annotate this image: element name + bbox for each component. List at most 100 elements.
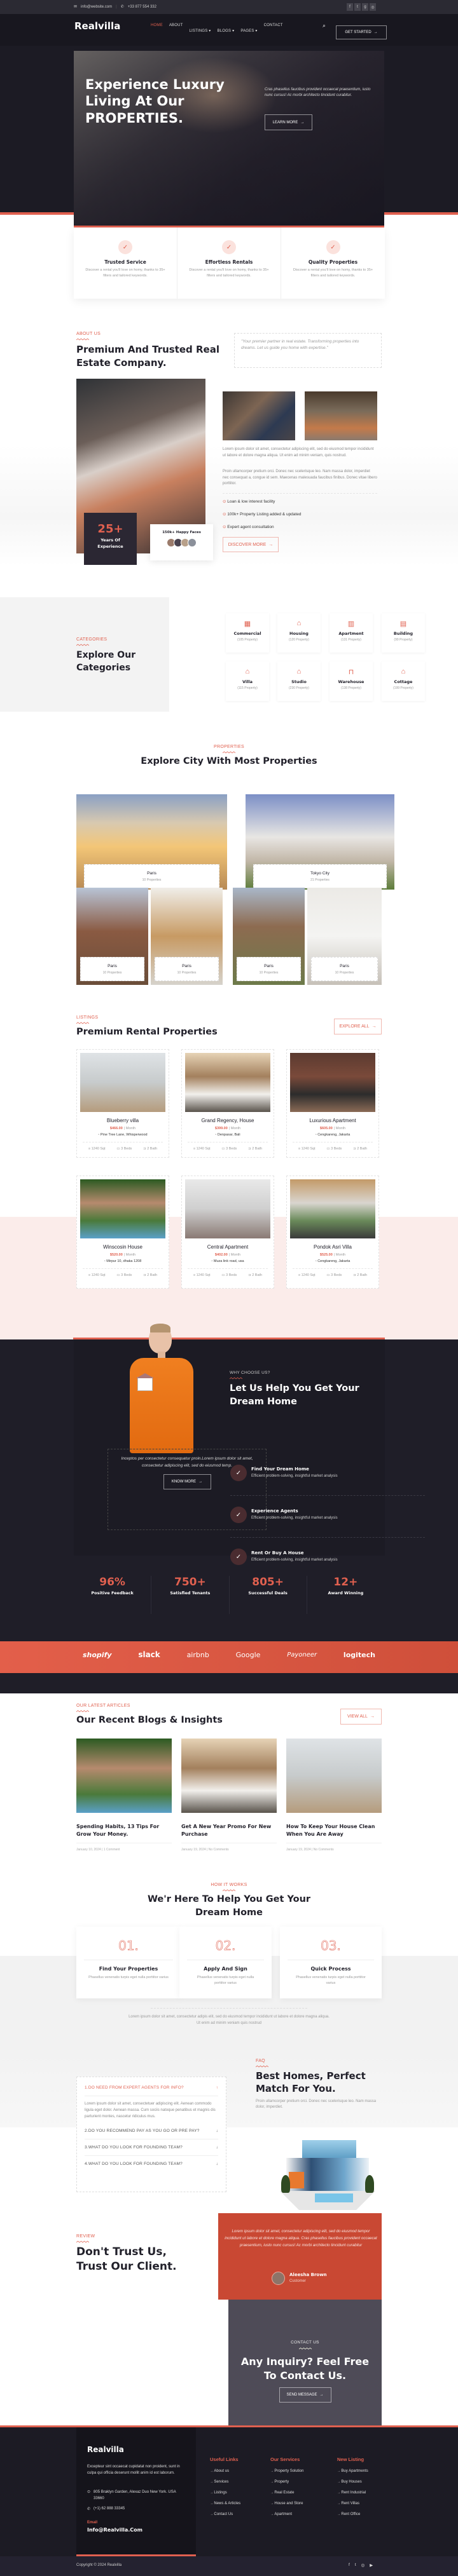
- nav-home[interactable]: HOME: [151, 24, 163, 35]
- topbar-email[interactable]: info@website.com: [81, 5, 112, 9]
- faq-question-4[interactable]: 4.WHAT DO YOU LOOK FOR FOUNDING TEAM? ↓: [85, 2156, 218, 2172]
- check-circle-icon: ✓: [230, 1549, 247, 1565]
- footer-link[interactable]: → Property Solution: [270, 2469, 303, 2473]
- blog-title[interactable]: Spending Habits, 13 Tips For Grow Your M…: [76, 1823, 172, 1838]
- nav-listings[interactable]: LISTINGS ▾: [189, 24, 211, 35]
- blog-card[interactable]: Spending Habits, 13 Tips For Grow Your M…: [76, 1739, 172, 1852]
- nav-about[interactable]: ABOUT: [169, 24, 183, 35]
- footer-link[interactable]: → Rent Office: [337, 2512, 368, 2516]
- city-card[interactable]: Paris 10 Properties: [76, 888, 148, 985]
- discover-more-button[interactable]: DISCOVER MORE →: [223, 537, 279, 552]
- get-started-button[interactable]: GET STARTED →: [336, 25, 387, 39]
- footer-email[interactable]: Info@Realvilla.Com: [87, 2527, 142, 2533]
- listing-card[interactable]: Blueberry villa $466.00 | Month ◦ Pine Tree…: [76, 1049, 169, 1158]
- facebook-icon[interactable]: f: [349, 2563, 350, 2568]
- footer-link[interactable]: → House and Store: [270, 2502, 303, 2505]
- blog-title[interactable]: Get A New Year Promo For New Purchase: [181, 1823, 277, 1838]
- hero-title: Experience Luxury Living At Our PROPERTI…: [85, 76, 225, 126]
- nav-pages[interactable]: PAGES ▾: [240, 24, 257, 35]
- twitter-icon[interactable]: t: [354, 3, 361, 11]
- facebook-icon[interactable]: f: [347, 3, 353, 11]
- footer-link[interactable]: → Rent Villas: [337, 2502, 368, 2505]
- category-name: Housing: [289, 631, 309, 636]
- city-card[interactable]: Tokyo City 21 Properties: [246, 794, 394, 890]
- blog-comments[interactable]: 1 Comment: [104, 1848, 120, 1852]
- listing-card[interactable]: Central Apartment $402.00 | Month ◦ Muza li…: [181, 1176, 274, 1289]
- footer-link-label: Contact Us: [214, 2512, 233, 2516]
- footer-link[interactable]: → Rent Industrial: [337, 2491, 368, 2495]
- listing-card[interactable]: Winscosin House $520.00 | Month ◦ Mirpur 10…: [76, 1176, 169, 1289]
- blog-card[interactable]: How To Keep Your House Clean When You Ar…: [286, 1739, 382, 1852]
- brand-logo-google: Google: [235, 1650, 261, 1659]
- squiggle-divider: [76, 1710, 89, 1712]
- footer-phone-text[interactable]: (+1) 62 888 33345: [94, 2507, 125, 2511]
- why-title: Let Us Help You Get Your Dream Home: [230, 1383, 359, 1407]
- logo[interactable]: Realvilla: [74, 20, 120, 32]
- squiggle-divider: [76, 2240, 89, 2243]
- listing-card[interactable]: Grand Regency, House $399.00 | Month ◦ Denp…: [181, 1049, 274, 1158]
- faq-question-2[interactable]: 2.DO YOU RECOMMEND PAY AS YOU GO OR PRE …: [85, 2123, 218, 2139]
- city-card[interactable]: Paris 10 Properties: [233, 888, 305, 985]
- city-card[interactable]: Paris 10 Properties: [151, 888, 223, 985]
- footer-logo[interactable]: Realvilla: [87, 2445, 124, 2454]
- listing-bath: ⊐ 2 Bath: [353, 1273, 367, 1277]
- search-icon[interactable]: ⌕: [323, 22, 326, 29]
- category-card[interactable]: ⌂ Villa (115 Property): [226, 661, 269, 701]
- blog-card[interactable]: Get A New Year Promo For New Purchase Jan…: [181, 1739, 277, 1852]
- category-card[interactable]: ▥ Apartment (131 Property): [330, 613, 373, 653]
- about-handshake-image: [223, 391, 295, 440]
- footer-link[interactable]: → About us: [210, 2469, 240, 2473]
- listing-card[interactable]: Luxurious Apartment $605.00 | Month ◦ Cengk…: [286, 1049, 379, 1158]
- topbar-phone[interactable]: +33 877 554 332: [128, 5, 156, 9]
- listing-card[interactable]: Pondok Asri Villa $525.00 | Month ◦ Cengkar…: [286, 1176, 379, 1289]
- listing-price-value: $399.00: [214, 1127, 228, 1130]
- instagram-icon[interactable]: ◎: [361, 2563, 365, 2568]
- bullet-text: Loan & low interest facility: [227, 499, 275, 504]
- send-message-button[interactable]: SEND MESSAGE →: [279, 2387, 331, 2403]
- youtube-icon[interactable]: ▶: [370, 2563, 373, 2568]
- city-card[interactable]: Paris 10 Properties: [76, 794, 227, 890]
- category-card[interactable]: ⌂ Cottage (199 Property): [382, 661, 425, 701]
- discover-more-label: DISCOVER MORE: [228, 542, 267, 547]
- learn-more-button[interactable]: LEARN MORE →: [265, 114, 312, 130]
- cities-header: PROPERTIES Explore City With Most Proper…: [76, 745, 382, 766]
- footer-link[interactable]: → Services: [210, 2480, 240, 2484]
- google-plus-icon[interactable]: g: [362, 3, 368, 11]
- nav-blogs[interactable]: BLOGS ▾: [218, 24, 235, 35]
- view-all-button[interactable]: VIEW ALL →: [340, 1709, 382, 1725]
- category-card[interactable]: ⌂ Studio (230 Property): [277, 661, 321, 701]
- explore-all-button[interactable]: EXPLORE ALL →: [334, 1019, 382, 1034]
- twitter-icon[interactable]: t: [355, 2563, 356, 2568]
- faq-question-1[interactable]: 1.DO NEED FROM EXPERT AGENTS FOR INFO? ↑: [85, 2080, 218, 2096]
- footer-link[interactable]: → Buy Houses: [337, 2480, 368, 2484]
- category-card[interactable]: ▦ Commercial (105 Property): [226, 613, 269, 653]
- why-header: WHY CHOOSE US? Let Us Help You Get Your …: [230, 1371, 376, 1409]
- blog-title[interactable]: How To Keep Your House Clean When You Ar…: [286, 1823, 382, 1838]
- footer-link[interactable]: → Contact Us: [210, 2512, 240, 2516]
- faq-question-3[interactable]: 3.WHAT DO YOU LOOK FOR FOUNDING TEAM? ↓: [85, 2139, 218, 2156]
- footer-link[interactable]: → Apartment: [270, 2512, 303, 2516]
- instagram-icon[interactable]: ◎: [370, 3, 376, 11]
- arrow-right-icon: →: [370, 1714, 375, 1719]
- category-card[interactable]: ▤ Building (99 Property): [382, 613, 425, 653]
- about-title: Premium And Trusted Real Estate Company.: [76, 344, 219, 369]
- city-card[interactable]: Paris 10 Properties: [307, 888, 382, 985]
- footer-link[interactable]: → Property: [270, 2480, 303, 2484]
- blog-comments[interactable]: No Comments: [209, 1848, 229, 1852]
- blog-comments[interactable]: No Comments: [314, 1848, 334, 1852]
- footer-link[interactable]: → News & Articles: [210, 2502, 240, 2505]
- footer-link[interactable]: → Buy Apartments: [337, 2469, 368, 2473]
- feature-desc: Discover a rental you'll love on homy, t…: [189, 268, 269, 278]
- footer-link[interactable]: → Real Estate: [270, 2491, 303, 2495]
- listing-name: Grand Regency, House: [201, 1118, 254, 1123]
- category-card[interactable]: ⌂ Housing (120 Property): [277, 613, 321, 653]
- nav-contact[interactable]: CONTACT: [264, 24, 283, 35]
- know-more-button[interactable]: KNOW MORE →: [163, 1474, 211, 1490]
- category-card[interactable]: ⊓ Warehouse (138 Property): [330, 661, 373, 701]
- house-top-floor: [302, 2140, 356, 2159]
- about-quote: "Your premier partner in real estate. Tr…: [234, 333, 382, 368]
- listings-eyebrow: LISTINGS: [76, 1015, 99, 1020]
- footer-link[interactable]: → Listings: [210, 2491, 240, 2495]
- reviewer-avatar: [272, 2272, 285, 2285]
- listing-bath-value: 2 Bath: [252, 1147, 263, 1151]
